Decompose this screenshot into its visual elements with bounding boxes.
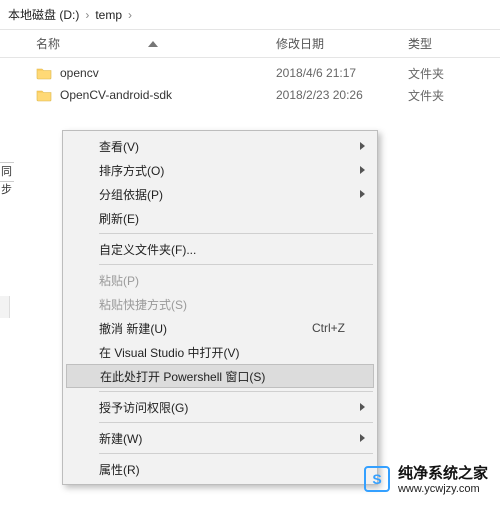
folder-icon [36, 88, 52, 102]
file-date: 2018/4/6 21:17 [276, 66, 408, 80]
folder-icon [36, 66, 52, 80]
menu-item-label: 自定义文件夹(F)... [99, 241, 196, 258]
menu-item[interactable]: 排序方式(O) [65, 158, 375, 182]
file-type: 文件夹 [408, 65, 500, 82]
chevron-right-icon [360, 190, 365, 198]
breadcrumb-separator: › [128, 8, 132, 22]
watermark-title: 纯净系统之家 [398, 462, 488, 483]
menu-item-label: 粘贴(P) [99, 272, 139, 289]
column-header-name[interactable]: 名称 [0, 35, 276, 52]
menu-item-label: 在 Visual Studio 中打开(V) [99, 344, 240, 361]
context-menu[interactable]: 查看(V) 排序方式(O) 分组依据(P) 刷新(E) 自定义文件夹(F)... 粘贴(P… [62, 130, 378, 485]
menu-separator [99, 233, 373, 234]
file-row[interactable]: opencv 2018/4/6 21:17文件夹 [0, 62, 500, 84]
menu-item[interactable]: 属性(R) [65, 457, 375, 481]
watermark-logo-icon: S [364, 466, 390, 492]
menu-item-label: 在此处打开 Powershell 窗口(S) [100, 368, 265, 385]
breadcrumb-part-1[interactable]: temp [95, 8, 122, 22]
breadcrumb-separator: › [85, 8, 89, 22]
menu-item[interactable]: 在 Visual Studio 中打开(V) [65, 340, 375, 364]
menu-item-label: 属性(R) [99, 461, 140, 478]
menu-item-label: 排序方式(O) [99, 162, 164, 179]
menu-item: 粘贴快捷方式(S) [65, 292, 375, 316]
breadcrumb[interactable]: 本地磁盘 (D:) › temp › [0, 0, 500, 30]
menu-item[interactable]: 在此处打开 Powershell 窗口(S) [66, 364, 374, 388]
menu-item[interactable]: 撤消 新建(U) Ctrl+Z [65, 316, 375, 340]
menu-separator [99, 453, 373, 454]
menu-item: 粘贴(P) [65, 268, 375, 292]
menu-item-label: 分组依据(P) [99, 186, 163, 203]
menu-item-label: 新建(W) [99, 430, 142, 447]
chevron-right-icon [360, 434, 365, 442]
menu-separator [99, 264, 373, 265]
chevron-right-icon [360, 142, 365, 150]
file-row[interactable]: OpenCV-android-sdk 2018/2/23 20:26文件夹 [0, 84, 500, 106]
menu-item-label: 撤消 新建(U) [99, 320, 167, 337]
menu-item[interactable]: 自定义文件夹(F)... [65, 237, 375, 261]
left-pane-fragment [0, 296, 10, 318]
menu-item-label: 授予访问权限(G) [99, 399, 188, 416]
sort-ascending-icon [148, 41, 158, 47]
menu-item-label: 刷新(E) [99, 210, 139, 227]
menu-separator [99, 391, 373, 392]
breadcrumb-part-0[interactable]: 本地磁盘 (D:) [8, 6, 79, 23]
menu-item-label: 查看(V) [99, 138, 139, 155]
file-date: 2018/2/23 20:26 [276, 88, 408, 102]
file-name: opencv [60, 66, 99, 80]
watermark-url: www.ycwjzy.com [398, 483, 488, 495]
column-header-name-label: 名称 [36, 35, 60, 52]
menu-separator [99, 422, 373, 423]
column-header-type[interactable]: 类型 [408, 35, 500, 52]
column-headers: 名称 修改日期 类型 [0, 30, 500, 58]
menu-item[interactable]: 授予访问权限(G) [65, 395, 375, 419]
column-header-date[interactable]: 修改日期 [276, 35, 408, 52]
left-pane-fragment: 同步 [0, 162, 14, 182]
chevron-right-icon [360, 166, 365, 174]
file-type: 文件夹 [408, 87, 500, 104]
menu-item[interactable]: 新建(W) [65, 426, 375, 450]
file-name: OpenCV-android-sdk [60, 88, 172, 102]
menu-item[interactable]: 查看(V) [65, 134, 375, 158]
menu-item[interactable]: 分组依据(P) [65, 182, 375, 206]
watermark: S 纯净系统之家 www.ycwjzy.com [364, 462, 488, 495]
menu-item-shortcut: Ctrl+Z [312, 321, 345, 335]
chevron-right-icon [360, 403, 365, 411]
menu-item-label: 粘贴快捷方式(S) [99, 296, 187, 313]
file-list[interactable]: opencv2018/4/6 21:17文件夹OpenCV-android-sd… [0, 58, 500, 110]
menu-item[interactable]: 刷新(E) [65, 206, 375, 230]
